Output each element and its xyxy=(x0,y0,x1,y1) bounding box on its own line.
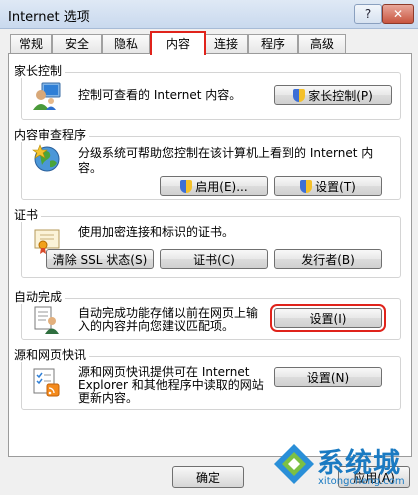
settings-label: 设置(T) xyxy=(315,180,356,194)
clear-ssl-state-button[interactable]: 清除 SSL 状态(S) xyxy=(46,249,154,269)
parental-controls-label: 家长控制(P) xyxy=(308,89,373,103)
uac-shield-icon xyxy=(180,180,193,193)
tab-privacy[interactable]: 隐私 xyxy=(102,34,150,53)
group-title: 源和网页快讯 xyxy=(14,348,90,362)
advisor-settings-button[interactable]: 设置(T) xyxy=(274,176,382,196)
content-tab-panel: 家长控制 控制可查看的 Internet 内容。 家长控制(P) 内容审查程序 … xyxy=(8,53,412,457)
feeds-group: 源和网页快讯 源和网页快讯提供可在 Internet Explorer 和其他程… xyxy=(14,348,401,410)
group-title: 内容审查程序 xyxy=(14,128,90,142)
feeds-icon xyxy=(33,368,60,397)
tab-content[interactable]: 内容 xyxy=(150,31,206,55)
autocomplete-description-line1: 自动完成功能存储以前在网页上输 xyxy=(78,306,259,320)
group-title: 自动完成 xyxy=(14,290,66,304)
tab-general[interactable]: 常规 xyxy=(10,34,52,53)
ok-button[interactable]: 确定 xyxy=(172,466,244,488)
uac-shield-icon xyxy=(300,180,313,193)
certificates-button[interactable]: 证书(C) xyxy=(160,249,268,269)
tab-connections[interactable]: 连接 xyxy=(204,34,248,53)
group-title: 证书 xyxy=(14,208,42,222)
title-bar: Internet 选项 ? ✕ xyxy=(0,0,418,29)
watermark-brand: 系统城 xyxy=(317,448,401,479)
certs-description: 使用加密连接和标识的证书。 xyxy=(78,225,235,239)
advisor-description-line2: 容。 xyxy=(78,161,103,175)
feeds-description-line3: 更新内容。 xyxy=(78,391,139,405)
content-advisor-icon xyxy=(32,144,60,172)
group-title: 家长控制 xyxy=(14,64,66,78)
tab-programs[interactable]: 程序 xyxy=(248,34,298,53)
autocomplete-description-line2: 入的内容并向您建议匹配项。 xyxy=(78,319,235,333)
parental-controls-group: 家长控制 控制可查看的 Internet 内容。 家长控制(P) xyxy=(14,64,401,120)
tab-security[interactable]: 安全 xyxy=(52,34,102,53)
tab-advanced[interactable]: 高级 xyxy=(298,34,346,53)
publishers-button[interactable]: 发行者(B) xyxy=(274,249,382,269)
autocomplete-group: 自动完成 自动完成功能存储以前在网页上输 入的内容并向您建议匹配项。 设置(I) xyxy=(14,290,401,340)
autocomplete-icon xyxy=(34,306,59,334)
enable-label: 启用(E)... xyxy=(195,180,248,194)
tab-bar: 常规 安全 隐私 内容 连接 程序 高级 xyxy=(8,31,412,55)
close-button[interactable]: ✕ xyxy=(382,4,414,24)
window-title: Internet 选项 xyxy=(8,10,90,25)
watermark-url: xitongcheng.com xyxy=(318,476,405,487)
content-advisor-group: 内容审查程序 分级系统可帮助您控制在该计算机上看到的 Internet 内 容。… xyxy=(14,128,401,200)
certificates-group: 证书 使用加密连接和标识的证书。 清除 SSL 状态(S) 证书(C) 发行者(… xyxy=(14,208,401,278)
uac-shield-icon xyxy=(293,89,306,102)
feeds-settings-button[interactable]: 设置(N) xyxy=(274,367,382,387)
enable-advisor-button[interactable]: 启用(E)... xyxy=(160,176,268,196)
parental-controls-button[interactable]: 家长控制(P) xyxy=(274,85,392,105)
watermark: 系统城 xitongcheng.com xyxy=(270,440,418,495)
feeds-description-line2: Explorer 和其他程序中读取的网站 xyxy=(78,378,264,392)
parental-controls-icon xyxy=(33,82,61,110)
feeds-description-line1: 源和网页快讯提供可在 Internet xyxy=(78,365,250,379)
advisor-description-line1: 分级系统可帮助您控制在该计算机上看到的 Internet 内 xyxy=(78,146,374,160)
help-button[interactable]: ? xyxy=(354,4,382,24)
parental-description: 控制可查看的 Internet 内容。 xyxy=(78,88,242,102)
autocomplete-settings-button[interactable]: 设置(I) xyxy=(270,304,386,332)
watermark-logo-icon xyxy=(274,444,314,484)
